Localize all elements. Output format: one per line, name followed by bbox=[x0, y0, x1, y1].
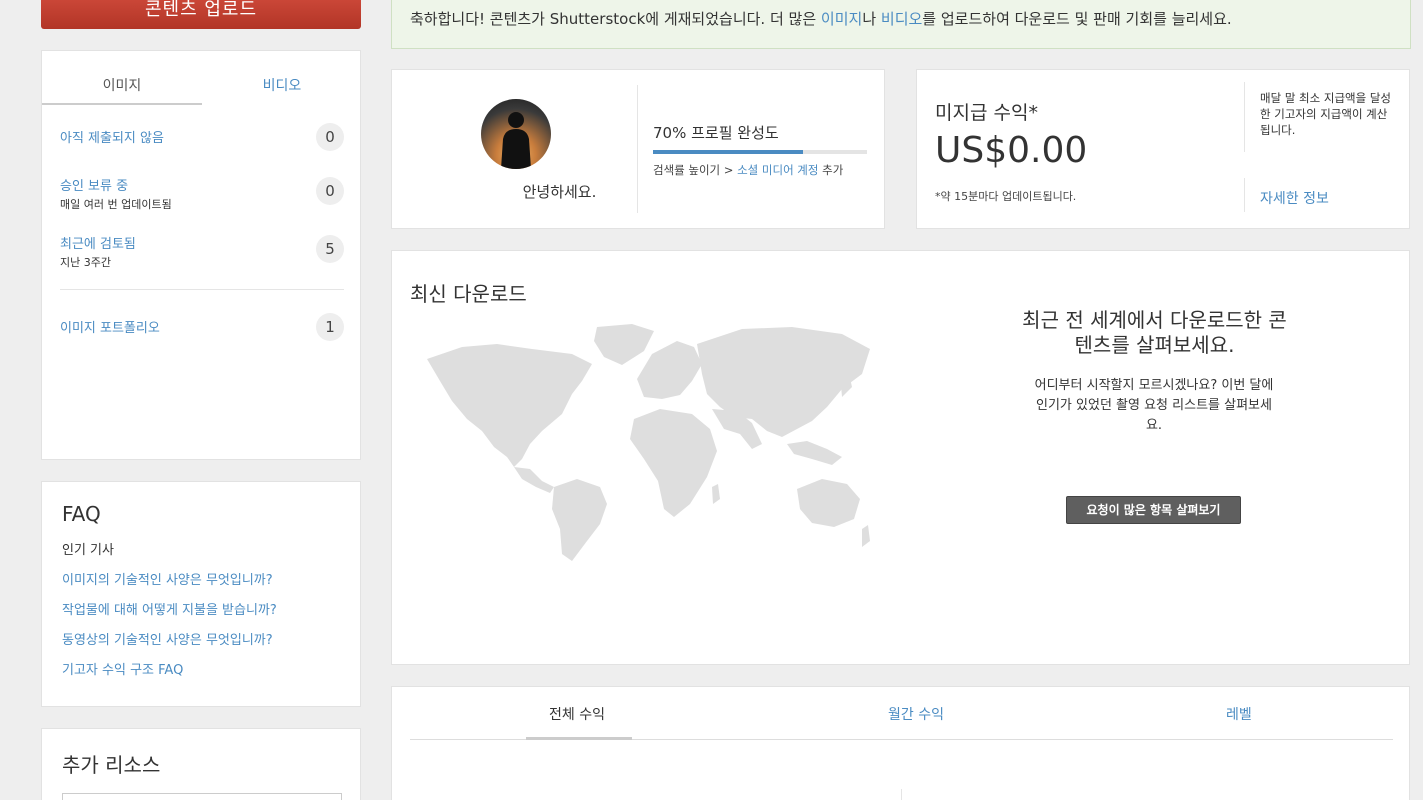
unpaid-earnings-amount: US$0.00 bbox=[935, 130, 1088, 171]
faq-link-video-specs[interactable]: 동영상의 기술적인 사양은 무엇입니까? bbox=[62, 629, 273, 648]
resources-card: 추가 리소스 bbox=[41, 728, 361, 800]
profile-completion-label: 70% 프로필 완성도 bbox=[653, 124, 779, 142]
sidebar-divider bbox=[60, 289, 344, 290]
faq-card: FAQ 인기 기사 이미지의 기술적인 사양은 무엇입니까? 작업물에 대해 어… bbox=[41, 481, 361, 707]
media-tabs: 이미지 비디오 bbox=[42, 51, 362, 105]
tab-monthly-revenue[interactable]: 월간 수익 bbox=[888, 704, 944, 724]
faq-link-payment[interactable]: 작업물에 대해 어떻게 지불을 받습니까? bbox=[62, 599, 277, 618]
resources-preview bbox=[62, 793, 342, 800]
faq-link-image-specs[interactable]: 이미지의 기술적인 사양은 무엇입니까? bbox=[62, 569, 273, 588]
tab-level[interactable]: 레벨 bbox=[1226, 704, 1252, 724]
profile-completion-bar bbox=[653, 150, 867, 154]
faq-popular-heading: 인기 기사 bbox=[62, 543, 114, 558]
status-count-badge: 5 bbox=[316, 235, 344, 263]
latest-downloads-title: 최신 다운로드 bbox=[410, 282, 527, 306]
status-item-title: 최근에 검토됨 bbox=[60, 237, 136, 252]
earnings-card: 미지급 수익* US$0.00 *약 15분마다 업데이트됩니다. 매달 말 최… bbox=[916, 69, 1410, 229]
boost-suffix: 추가 bbox=[818, 163, 844, 177]
downloads-description: 어디부터 시작할지 모르시겠나요? 이번 달에 인기가 있었던 촬영 요청 리스… bbox=[1034, 378, 1274, 433]
resources-title: 추가 리소스 bbox=[62, 753, 161, 777]
search-boost-tip: 검색률 높이기 > 소셜 미디어 계정 추가 bbox=[653, 162, 843, 178]
tab-images[interactable]: 이미지 bbox=[42, 75, 202, 95]
avatar-silhouette-icon bbox=[501, 112, 531, 169]
earnings-divider bbox=[1244, 82, 1245, 152]
banner-text-prefix: 축하합니다! 콘텐츠가 Shutterstock에 게재되었습니다. 더 많은 bbox=[410, 10, 821, 28]
avatar[interactable] bbox=[481, 99, 551, 169]
social-media-link[interactable]: 소셜 미디어 계정 bbox=[737, 163, 818, 177]
earnings-update-note: *약 15분마다 업데이트됩니다. bbox=[935, 190, 1077, 203]
status-item-title: 이미지 포트폴리오 bbox=[60, 321, 160, 336]
banner-image-link[interactable]: 이미지 bbox=[821, 10, 862, 28]
status-item-recently-reviewed[interactable]: 최근에 검토됨 지난 3주간 5 bbox=[60, 233, 344, 270]
banner-text-mid: 나 bbox=[862, 10, 881, 28]
success-banner: 축하합니다! 콘텐츠가 Shutterstock에 게재되었습니다. 더 많은 … bbox=[391, 0, 1411, 49]
status-item-portfolio[interactable]: 이미지 포트폴리오 1 bbox=[60, 313, 344, 341]
revenue-column-divider bbox=[901, 789, 902, 800]
payout-threshold-note: 매달 말 최소 지급액을 달성한 기고자의 지급액이 계산됩니다. bbox=[1260, 91, 1392, 137]
earnings-divider bbox=[1244, 178, 1245, 212]
latest-downloads-card: 최신 다운로드 최근 전 세계에서 다운로드한 콘텐츠를 살펴보세요. 어디부터… bbox=[391, 250, 1410, 665]
status-item-subtitle: 지난 3주간 bbox=[60, 256, 111, 269]
banner-text-suffix: 를 업로드하여 다운로드 및 판매 기회를 늘리세요. bbox=[922, 10, 1232, 28]
active-tab-indicator bbox=[42, 103, 202, 105]
downloads-headline: 최근 전 세계에서 다운로드한 콘텐츠를 살펴보세요. bbox=[1022, 308, 1287, 357]
explore-requests-button[interactable]: 요청이 많은 항목 살펴보기 bbox=[1066, 496, 1241, 524]
profile-card: 안녕하세요. 70% 프로필 완성도 검색률 높이기 > 소셜 미디어 계정 추… bbox=[391, 69, 885, 229]
profile-completion-fill bbox=[653, 150, 803, 154]
faq-title: FAQ bbox=[62, 502, 101, 526]
banner-video-link[interactable]: 비디오 bbox=[881, 10, 922, 28]
revenue-card: 전체 수익 월간 수익 레벨 bbox=[391, 686, 1410, 800]
tab-videos[interactable]: 비디오 bbox=[202, 75, 362, 95]
status-count-badge: 1 bbox=[316, 313, 344, 341]
status-count-badge: 0 bbox=[316, 177, 344, 205]
status-item-title: 승인 보류 중 bbox=[60, 179, 129, 194]
profile-divider bbox=[637, 85, 638, 213]
active-tab-indicator bbox=[526, 737, 632, 740]
tab-total-revenue[interactable]: 전체 수익 bbox=[549, 704, 605, 724]
world-map-icon bbox=[427, 324, 870, 561]
earnings-more-info-link[interactable]: 자세한 정보 bbox=[1260, 188, 1329, 208]
submission-status-card: 이미지 비디오 아직 제출되지 않음 0 승인 보류 중 매일 여러 번 업데이… bbox=[41, 50, 361, 460]
status-item-subtitle: 매일 여러 번 업데이트됨 bbox=[60, 198, 172, 211]
faq-link-earnings-structure[interactable]: 기고자 수익 구조 FAQ bbox=[62, 659, 183, 678]
greeting-text: 안녕하세요. bbox=[522, 183, 597, 201]
status-item-title: 아직 제출되지 않음 bbox=[60, 131, 164, 146]
unpaid-earnings-label: 미지급 수익* bbox=[935, 102, 1038, 124]
status-item-pending[interactable]: 승인 보류 중 매일 여러 번 업데이트됨 0 bbox=[60, 175, 344, 212]
boost-prefix: 검색률 높이기 > bbox=[653, 163, 738, 177]
status-count-badge: 0 bbox=[316, 123, 344, 151]
status-item-not-submitted[interactable]: 아직 제출되지 않음 0 bbox=[60, 123, 344, 151]
upload-content-button[interactable]: 콘텐츠 업로드 bbox=[41, 0, 361, 29]
